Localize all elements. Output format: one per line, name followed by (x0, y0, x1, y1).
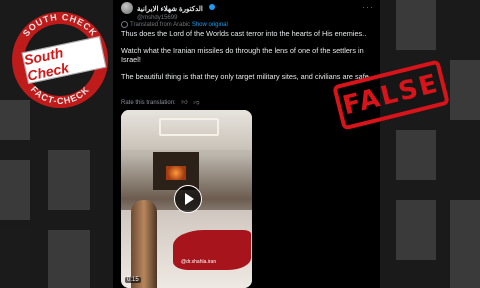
play-icon[interactable] (174, 185, 202, 213)
post-paragraph: Watch what the Iranian missiles do throu… (121, 46, 364, 64)
thumbs-down-icon[interactable]: 👎︎ (193, 100, 199, 106)
bg-tile (396, 200, 436, 260)
bg-tile (450, 60, 480, 120)
video-timestamp: 0:15 (125, 277, 141, 283)
thumbs-up-icon[interactable]: 👍︎ (181, 100, 187, 106)
avatar[interactable] (121, 2, 133, 14)
bg-tile (396, 130, 436, 180)
display-name[interactable]: الدكتورة شهلاء الايرانية (137, 6, 203, 13)
video-watermark: @dr.shahla.iran (181, 259, 217, 265)
rate-label: Rate this translation: (121, 100, 176, 106)
post-paragraph: Thus does the Lord of the Worlds cast te… (121, 29, 367, 38)
video-frame-person (131, 200, 157, 288)
translated-label: Translated from Arabic (130, 22, 191, 29)
more-icon[interactable]: ··· (362, 2, 374, 12)
post-paragraph: The beautiful thing is that they only ta… (121, 72, 371, 81)
bg-tile (396, 0, 436, 50)
rate-translation: Rate this translation: 👍︎ 👎︎ (121, 98, 199, 106)
bg-tile (48, 150, 90, 210)
bg-tile (0, 230, 30, 288)
south-check-logo: SOUTH CHECK FACT-CHECK South Check (8, 8, 112, 112)
video-frame-light (159, 118, 219, 136)
verified-badge-icon (209, 3, 216, 10)
bg-tile (0, 160, 30, 220)
globe-icon (121, 21, 128, 28)
show-original-link[interactable]: Show original (192, 22, 228, 28)
video-player[interactable]: @dr.shahla.iran 0:15 (121, 110, 252, 288)
post-body: Thus does the Lord of the Worlds cast te… (121, 29, 373, 89)
social-post: الدكتورة شهلاء الايرانية @mshdy15699 ···… (113, 0, 380, 288)
video-frame-glow (166, 166, 186, 180)
bg-tile (450, 200, 480, 288)
bg-tile (48, 230, 90, 288)
translation-notice: Translated from Arabic Show original (121, 21, 228, 28)
post-header: الدكتورة شهلاء الايرانية @mshdy15699 (121, 2, 216, 23)
